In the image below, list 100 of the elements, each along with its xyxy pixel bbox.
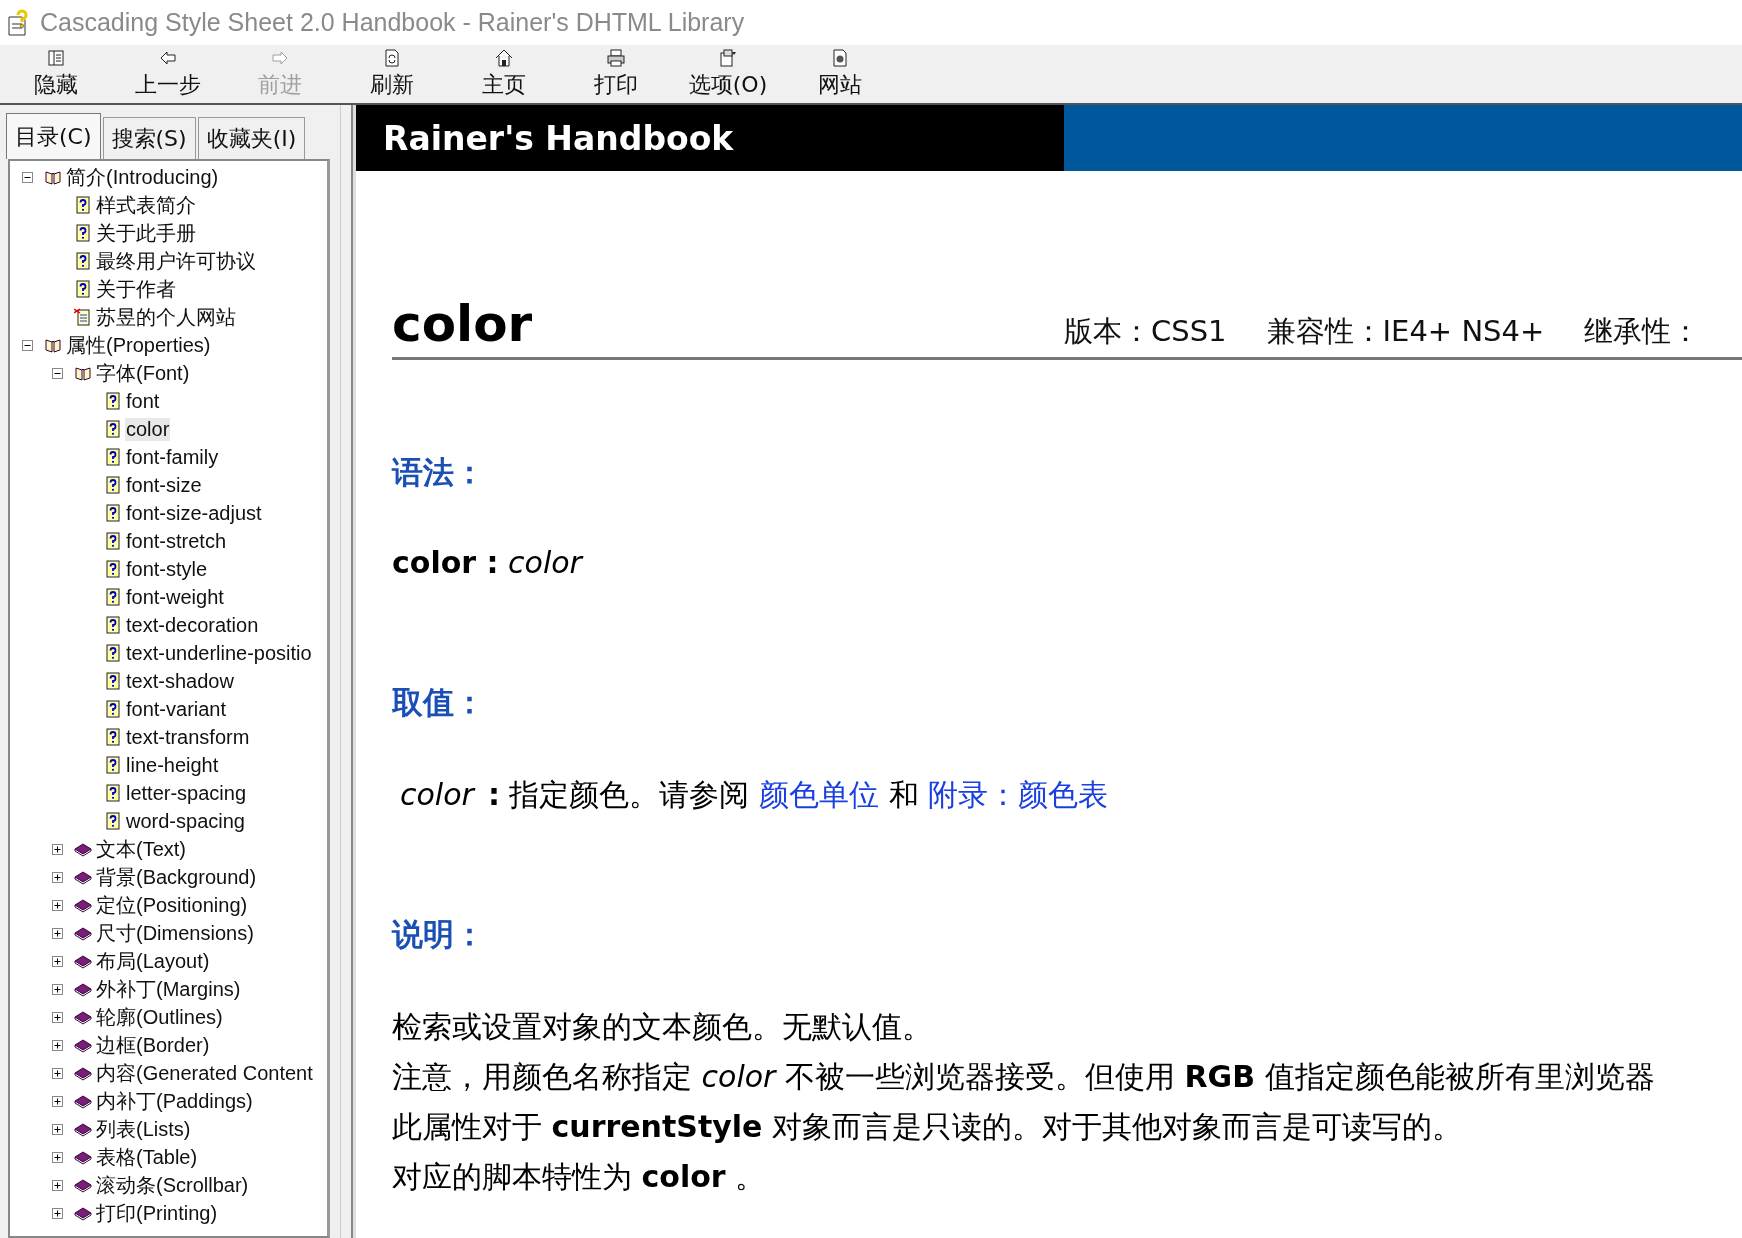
help-page-icon [74, 280, 92, 298]
value-description: color : 指定颜色。请参阅 颜色单位 和 附录：颜色表 [400, 776, 1110, 814]
nav-tab[interactable]: 目录(C) [6, 113, 101, 159]
expand-icon[interactable] [51, 1151, 63, 1163]
tree-item[interactable]: 最终用户许可协议 [95, 247, 257, 275]
link[interactable]: 附录：颜色表 [928, 777, 1109, 812]
expand-icon[interactable] [51, 1039, 63, 1051]
nav-tab[interactable]: 收藏夹(I) [197, 117, 306, 159]
tree-item[interactable]: 样式表简介 [95, 191, 197, 219]
toolbar-button[interactable]: 网站 [784, 45, 896, 103]
meta-info: 版本：CSS1 [1064, 313, 1227, 350]
expand-icon[interactable] [51, 1123, 63, 1135]
help-page-icon [104, 812, 122, 830]
open-book-icon [44, 168, 62, 186]
tree-item[interactable]: 滚动条(Scrollbar) [95, 1171, 250, 1199]
toolbar-button[interactable]: 刷新 [336, 45, 448, 103]
expand-icon[interactable] [51, 1095, 63, 1107]
toolbar-button[interactable]: 主页 [448, 45, 560, 103]
expand-icon[interactable] [51, 1067, 63, 1079]
collapse-icon[interactable] [51, 367, 63, 379]
tree-item[interactable]: 苏昱的个人网站 [95, 303, 237, 331]
tree-item[interactable]: 边框(Border) [95, 1031, 211, 1059]
help-page-icon [104, 588, 122, 606]
expand-icon[interactable] [51, 843, 63, 855]
refresh-icon [382, 48, 402, 68]
expand-icon[interactable] [51, 871, 63, 883]
help-page-icon [104, 448, 122, 466]
panel-icon [46, 48, 66, 68]
help-page-icon [104, 420, 122, 438]
tree-item[interactable]: 布局(Layout) [95, 947, 211, 975]
help-page-icon [104, 728, 122, 746]
expand-icon[interactable] [51, 927, 63, 939]
help-page-icon [104, 476, 122, 494]
tree-item[interactable]: text-underline-positio [125, 641, 313, 665]
expand-icon[interactable] [51, 983, 63, 995]
tree-item[interactable]: 定位(Positioning) [95, 891, 249, 919]
printer-icon [606, 48, 626, 68]
help-page-icon [74, 196, 92, 214]
help-page-icon [104, 392, 122, 410]
help-page-icon [104, 560, 122, 578]
nav-tab[interactable]: 搜索(S) [102, 117, 196, 159]
help-page-icon [104, 532, 122, 550]
toolbar-button[interactable]: 打印 [560, 45, 672, 103]
tree-item[interactable]: 关于此手册 [95, 219, 197, 247]
tree-item[interactable]: 背景(Background) [95, 863, 258, 891]
section-heading: 说明： [392, 915, 486, 954]
tree-item[interactable]: 简介(Introducing) [65, 163, 220, 191]
section-heading: 语法： [392, 453, 486, 492]
toolbar-button[interactable]: 上一步 [112, 45, 224, 103]
help-page-icon [104, 700, 122, 718]
expand-icon[interactable] [51, 899, 63, 911]
tree-item[interactable]: 打印(Printing) [95, 1199, 219, 1227]
tree-item[interactable]: line-height [125, 753, 220, 777]
toolbar-button[interactable]: 隐藏 [0, 45, 112, 103]
help-page-icon [104, 756, 122, 774]
meta-info: 兼容性：IE4+ NS4+ [1266, 313, 1545, 350]
tree-item[interactable]: 关于作者 [95, 275, 177, 303]
tree-item[interactable]: font-stretch [125, 529, 228, 553]
tree-item[interactable]: font-size [125, 473, 203, 497]
page-title: color [392, 295, 534, 353]
help-page-icon [104, 784, 122, 802]
tree-item[interactable]: 外补丁(Margins) [95, 975, 242, 1003]
tree-item[interactable]: letter-spacing [125, 781, 248, 805]
help-page-icon [104, 644, 122, 662]
window-title: Cascading Style Sheet 2.0 Handbook - Rainer's DHTML Library [40, 8, 745, 37]
link[interactable]: 颜色单位 [758, 777, 879, 812]
expand-icon[interactable] [51, 1207, 63, 1219]
tree-item[interactable]: color [125, 417, 171, 441]
tree-item[interactable]: text-shadow [125, 669, 235, 693]
splitter[interactable] [340, 105, 353, 1238]
description-text: 此属性对于 currentStyle 对象而言是只读的。对于其他对象而言是可读写的。 [392, 1108, 1463, 1146]
help-page-icon [74, 252, 92, 270]
tree-item[interactable]: 表格(Table) [95, 1143, 199, 1171]
tree-item[interactable]: font-size-adjust [125, 501, 263, 525]
tree-item[interactable]: 列表(Lists) [95, 1115, 192, 1143]
open-book-icon [44, 336, 62, 354]
tree-item[interactable]: 内补丁(Paddings) [95, 1087, 254, 1115]
tree-item[interactable]: text-transform [125, 725, 251, 749]
tree-item[interactable]: 轮廓(Outlines) [95, 1003, 224, 1031]
tree-item[interactable]: font-variant [125, 697, 228, 721]
collapse-icon[interactable] [21, 171, 33, 183]
tree-item[interactable]: word-spacing [125, 809, 246, 833]
collapse-icon[interactable] [21, 339, 33, 351]
tree-item[interactable]: font [125, 389, 161, 413]
open-book-icon [74, 364, 92, 382]
expand-icon[interactable] [51, 955, 63, 967]
expand-icon[interactable] [51, 1011, 63, 1023]
expand-icon[interactable] [51, 1179, 63, 1191]
section-heading: 取值： [392, 683, 486, 722]
tree-item[interactable]: 字体(Font) [95, 359, 191, 387]
tree-item[interactable]: 文本(Text) [95, 835, 187, 863]
tree-item[interactable]: font-weight [125, 585, 225, 609]
tree-item[interactable]: 属性(Properties) [65, 331, 212, 359]
tree-item[interactable]: 尺寸(Dimensions) [95, 919, 255, 947]
tree-item[interactable]: font-style [125, 557, 209, 581]
tree-item[interactable]: 内容(Generated Content [95, 1059, 314, 1087]
toolbar-button[interactable]: 选项(O) [672, 45, 784, 103]
tree-item[interactable]: font-family [125, 445, 220, 469]
description-text: 注意，用颜色名称指定 color 不被一些浏览器接受。但使用 RGB 值指定颜色能被所有里浏览器 [392, 1058, 1656, 1096]
tree-item[interactable]: text-decoration [125, 613, 260, 637]
